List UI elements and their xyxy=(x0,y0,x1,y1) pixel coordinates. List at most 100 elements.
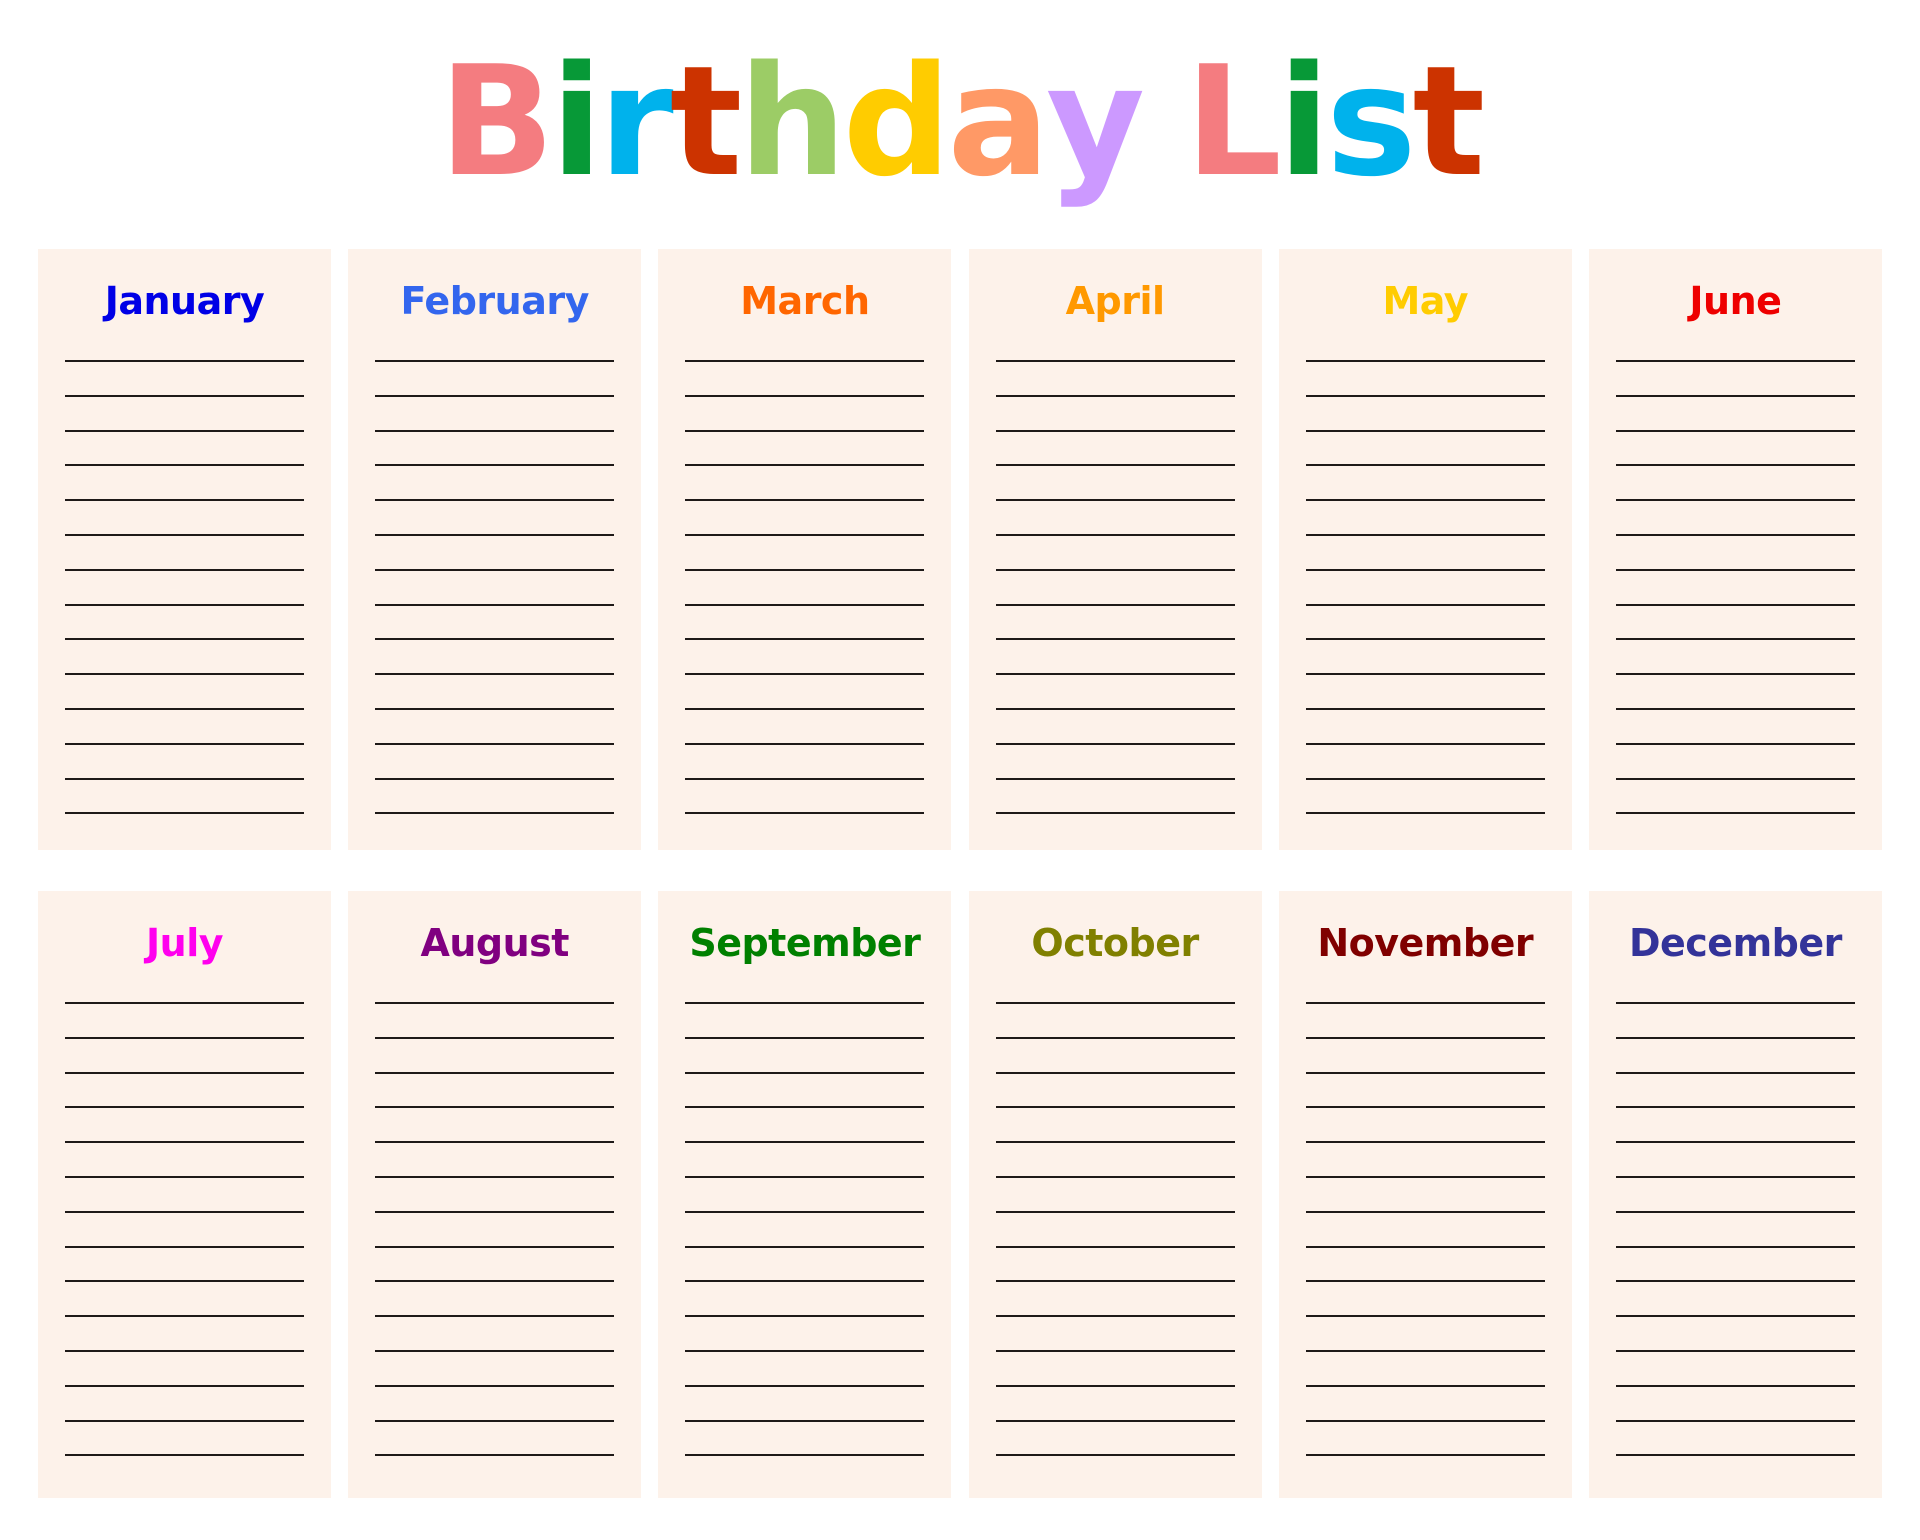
entry-line[interactable] xyxy=(685,362,925,397)
entry-line[interactable] xyxy=(995,745,1235,780)
entry-line[interactable] xyxy=(375,640,615,676)
entry-line[interactable] xyxy=(1305,432,1545,467)
entry-line[interactable] xyxy=(685,640,925,676)
entry-line[interactable] xyxy=(685,1213,925,1248)
entry-line[interactable] xyxy=(1305,1248,1545,1283)
entry-line[interactable] xyxy=(65,1422,304,1457)
entry-line[interactable] xyxy=(995,1422,1235,1457)
entry-line[interactable] xyxy=(1615,571,1855,606)
entry-line[interactable] xyxy=(995,432,1235,467)
entry-line[interactable] xyxy=(1615,1352,1855,1387)
entry-line[interactable] xyxy=(375,1108,615,1144)
entry-line[interactable] xyxy=(65,606,304,641)
entry-line[interactable] xyxy=(65,675,304,710)
entry-line[interactable] xyxy=(1305,745,1545,780)
entry-line[interactable] xyxy=(1305,571,1545,606)
entry-line[interactable] xyxy=(1305,1317,1545,1352)
entry-line[interactable] xyxy=(375,780,615,815)
entry-line[interactable] xyxy=(685,606,925,641)
entry-line[interactable] xyxy=(375,1039,615,1074)
entry-line[interactable] xyxy=(375,1178,615,1213)
entry-line[interactable] xyxy=(995,536,1235,571)
entry-line[interactable] xyxy=(375,606,615,641)
entry-line[interactable] xyxy=(995,1039,1235,1074)
entry-line[interactable] xyxy=(65,432,304,467)
entry-line[interactable] xyxy=(995,640,1235,676)
entry-line[interactable] xyxy=(995,675,1235,710)
entry-line[interactable] xyxy=(1305,1004,1545,1039)
entry-line[interactable] xyxy=(1615,606,1855,641)
entry-line[interactable] xyxy=(65,1074,304,1109)
entry-line[interactable] xyxy=(1615,1213,1855,1248)
entry-line[interactable] xyxy=(995,1352,1235,1387)
entry-line[interactable] xyxy=(1305,710,1545,745)
entry-line[interactable] xyxy=(1305,675,1545,710)
entry-line[interactable] xyxy=(65,1039,304,1074)
entry-line[interactable] xyxy=(1305,640,1545,676)
entry-line[interactable] xyxy=(1615,1387,1855,1422)
entry-line[interactable] xyxy=(1615,640,1855,676)
entry-line[interactable] xyxy=(65,640,304,676)
entry-line[interactable] xyxy=(995,397,1235,432)
entry-line[interactable] xyxy=(65,536,304,571)
entry-line[interactable] xyxy=(1305,466,1545,502)
entry-line[interactable] xyxy=(1615,675,1855,710)
entry-line[interactable] xyxy=(65,362,304,397)
entry-line[interactable] xyxy=(995,501,1235,536)
entry-line[interactable] xyxy=(375,362,615,397)
entry-line[interactable] xyxy=(65,501,304,536)
entry-line[interactable] xyxy=(1305,362,1545,397)
entry-line[interactable] xyxy=(1615,1039,1855,1074)
entry-line[interactable] xyxy=(65,1108,304,1144)
entry-line[interactable] xyxy=(995,1004,1235,1039)
entry-line[interactable] xyxy=(685,675,925,710)
entry-line[interactable] xyxy=(685,501,925,536)
entry-line[interactable] xyxy=(65,1317,304,1352)
entry-line[interactable] xyxy=(375,1387,615,1422)
entry-line[interactable] xyxy=(1615,1178,1855,1213)
entry-line[interactable] xyxy=(685,1004,925,1039)
entry-line[interactable] xyxy=(1615,1317,1855,1352)
entry-line[interactable] xyxy=(1615,780,1855,815)
entry-line[interactable] xyxy=(1615,1282,1855,1318)
entry-line[interactable] xyxy=(1615,362,1855,397)
entry-line[interactable] xyxy=(995,606,1235,641)
entry-line[interactable] xyxy=(65,745,304,780)
entry-line[interactable] xyxy=(1615,1248,1855,1283)
entry-line[interactable] xyxy=(1615,397,1855,432)
entry-line[interactable] xyxy=(1305,1074,1545,1109)
entry-line[interactable] xyxy=(65,1352,304,1387)
entry-line[interactable] xyxy=(685,1282,925,1318)
entry-line[interactable] xyxy=(685,432,925,467)
entry-line[interactable] xyxy=(1305,1352,1545,1387)
entry-line[interactable] xyxy=(375,675,615,710)
entry-line[interactable] xyxy=(1305,397,1545,432)
entry-line[interactable] xyxy=(995,1178,1235,1213)
entry-line[interactable] xyxy=(995,1387,1235,1422)
entry-line[interactable] xyxy=(1615,536,1855,571)
entry-line[interactable] xyxy=(995,780,1235,815)
entry-line[interactable] xyxy=(685,745,925,780)
entry-line[interactable] xyxy=(375,1213,615,1248)
entry-line[interactable] xyxy=(1305,1213,1545,1248)
entry-line[interactable] xyxy=(685,780,925,815)
entry-line[interactable] xyxy=(1305,536,1545,571)
entry-line[interactable] xyxy=(1615,745,1855,780)
entry-line[interactable] xyxy=(65,1213,304,1248)
entry-line[interactable] xyxy=(375,710,615,745)
entry-line[interactable] xyxy=(375,1352,615,1387)
entry-line[interactable] xyxy=(375,571,615,606)
entry-line[interactable] xyxy=(1305,780,1545,815)
entry-line[interactable] xyxy=(995,1213,1235,1248)
entry-line[interactable] xyxy=(685,710,925,745)
entry-line[interactable] xyxy=(1305,501,1545,536)
entry-line[interactable] xyxy=(1615,1004,1855,1039)
entry-line[interactable] xyxy=(375,1004,615,1039)
entry-line[interactable] xyxy=(995,362,1235,397)
entry-line[interactable] xyxy=(375,1074,615,1109)
entry-line[interactable] xyxy=(1305,1282,1545,1318)
entry-line[interactable] xyxy=(375,1143,615,1178)
entry-line[interactable] xyxy=(1305,1108,1545,1144)
entry-line[interactable] xyxy=(685,1317,925,1352)
entry-line[interactable] xyxy=(1615,1143,1855,1178)
